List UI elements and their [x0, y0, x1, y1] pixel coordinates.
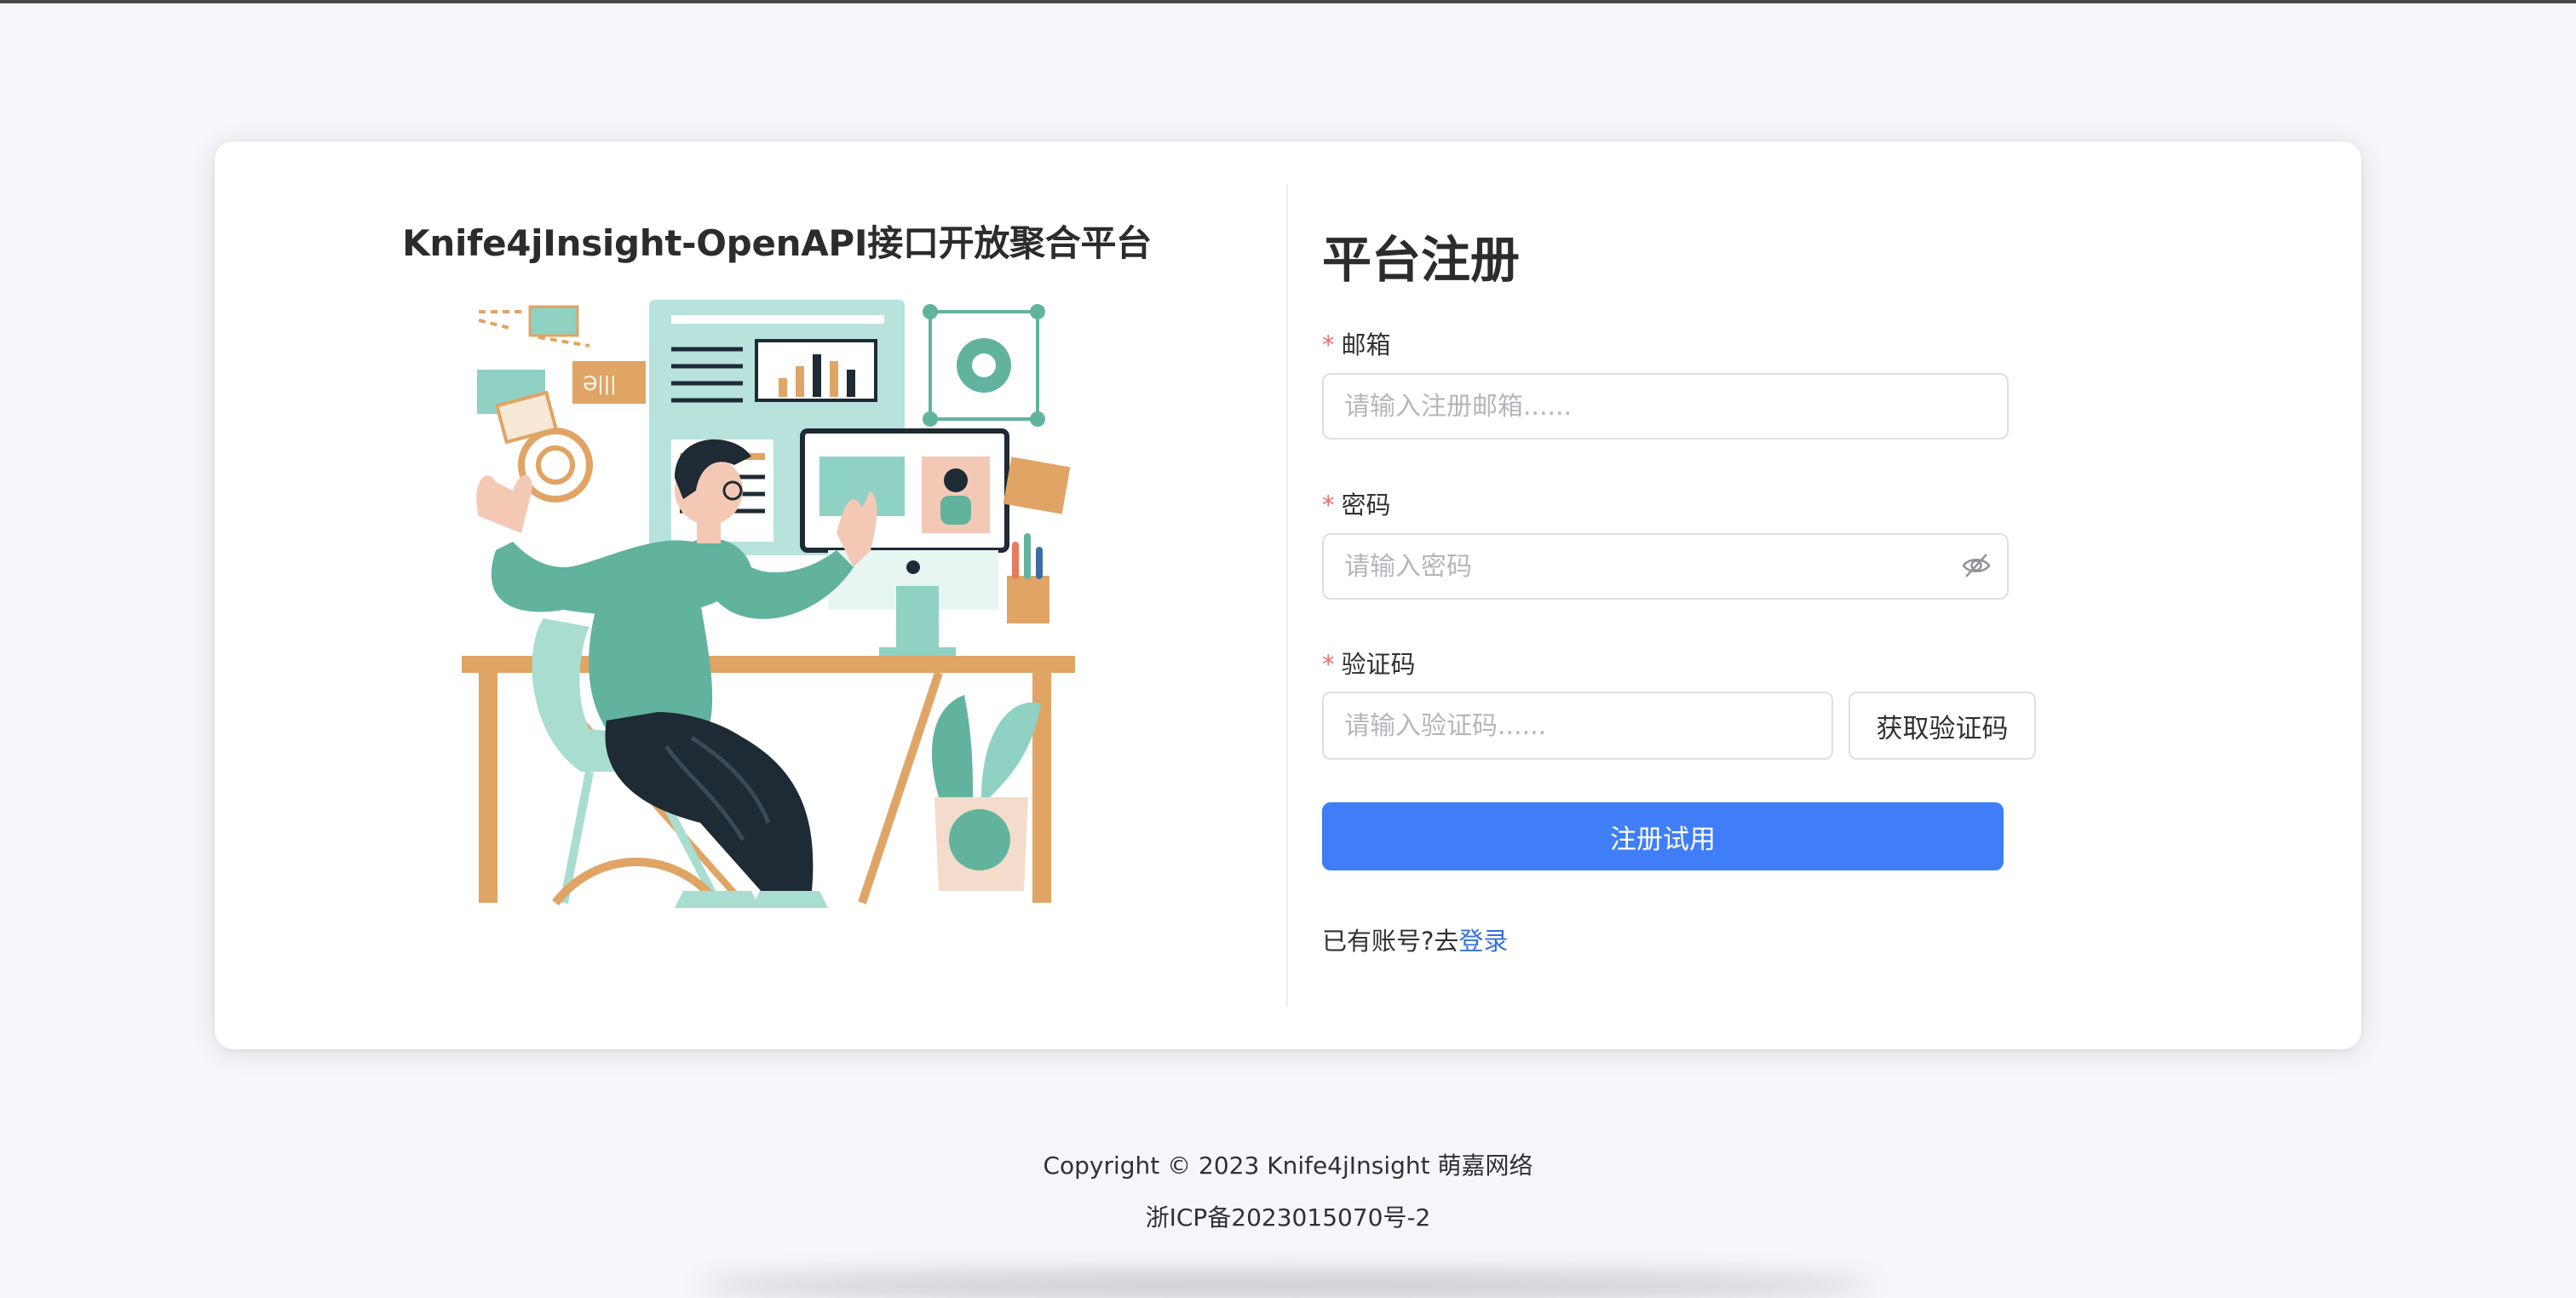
- code-label: * 验证码: [1322, 645, 1416, 681]
- email-label-text: 邮箱: [1341, 330, 1391, 359]
- code-label-text: 验证码: [1341, 650, 1416, 679]
- get-code-button[interactable]: 获取验证码: [1849, 692, 2036, 760]
- icp-link[interactable]: 浙ICP备2023015070号-2: [0, 1199, 2576, 1233]
- password-label: * 密码: [1322, 485, 1391, 521]
- password-input[interactable]: [1322, 533, 2009, 600]
- eye-off-icon[interactable]: [1959, 548, 1993, 583]
- bottom-edge-shadow: [699, 1272, 1874, 1298]
- developer-desk-illustration: Ə|||: [462, 300, 1075, 908]
- register-card: Knife4jInsight-OpenAPI接口开放聚合平台 Ə||| 平台注册…: [215, 141, 2361, 1049]
- email-label: * 邮箱: [1322, 325, 1391, 361]
- login-prompt-text: 已有账号?去: [1322, 927, 1459, 956]
- login-prompt: 已有账号?去登录: [1322, 922, 1508, 957]
- verification-code-input[interactable]: [1322, 692, 1833, 760]
- password-label-text: 密码: [1341, 491, 1391, 520]
- email-input[interactable]: [1322, 373, 2009, 439]
- window-top-edge: [0, 0, 2576, 3]
- required-mark: *: [1322, 650, 1335, 679]
- register-form: 平台注册 *邮箱 *密码 *验证码 获取验证码 注册试用 已有账号?去登录: [1322, 141, 2174, 1049]
- required-mark: *: [1322, 491, 1335, 520]
- register-submit-button[interactable]: 注册试用: [1322, 802, 2004, 870]
- intro-panel: Knife4jInsight-OpenAPI接口开放聚合平台 Ə|||: [215, 141, 1286, 1049]
- platform-title: Knife4jInsight-OpenAPI接口开放聚合平台: [402, 222, 1152, 264]
- copyright-text: Copyright © 2023 Knife4jInsight 萌嘉网络: [1043, 1152, 1533, 1180]
- form-heading: 平台注册: [1322, 231, 1521, 289]
- login-link[interactable]: 登录: [1458, 927, 1508, 956]
- required-mark: *: [1322, 330, 1335, 359]
- panel-divider: [1286, 184, 1288, 1007]
- svg-text:Ə|||: Ə|||: [583, 374, 617, 395]
